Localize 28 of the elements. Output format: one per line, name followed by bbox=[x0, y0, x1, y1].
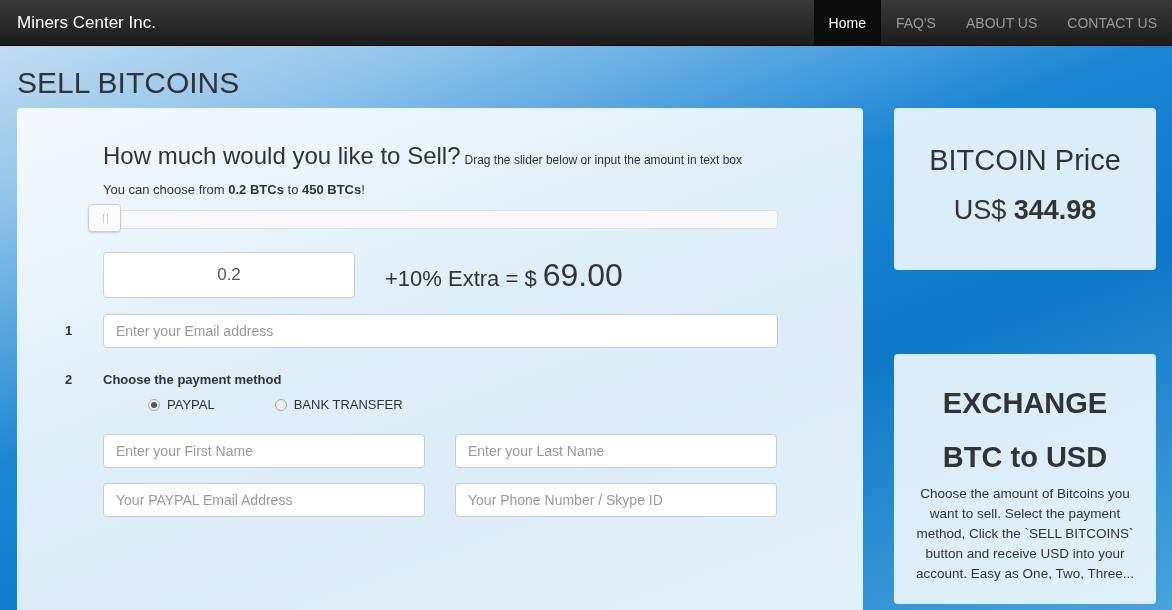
extra-label: +10% Extra = $ bbox=[385, 265, 537, 292]
hint-text: Drag the slider below or input the amount in text box bbox=[464, 153, 742, 167]
nav-link[interactable]: CONTACT US bbox=[1052, 0, 1172, 45]
page-title: SELL BITCOINS bbox=[16, 65, 241, 101]
range-note: You can choose from 0.2 BTCs to 450 BTCs! bbox=[103, 182, 366, 197]
slider-track[interactable] bbox=[88, 204, 778, 233]
nav-link[interactable]: ABOUT US bbox=[950, 0, 1053, 45]
nav-link[interactable]: FAQ'S bbox=[880, 0, 951, 45]
text-field[interactable]: Your PAYPAL Email Address bbox=[103, 483, 425, 517]
nav-link[interactable]: Home bbox=[813, 0, 881, 45]
amount-field[interactable]: 0.2 bbox=[103, 252, 355, 298]
email-field[interactable]: Enter your Email address bbox=[103, 314, 778, 348]
step-number: 1 bbox=[65, 322, 74, 338]
radio-option[interactable]: PAYPAL bbox=[148, 397, 215, 412]
slider-thumb[interactable] bbox=[88, 204, 121, 232]
form-heading: How much would you like to Sell? bbox=[103, 142, 461, 170]
text-field[interactable]: Enter your First Name bbox=[103, 434, 425, 468]
text-field[interactable]: Enter your Last Name bbox=[455, 434, 777, 468]
extra-value: 69.00 bbox=[542, 256, 623, 294]
text-field[interactable]: Your Phone Number / Skype ID bbox=[455, 483, 777, 517]
price-title: BITCOIN Price bbox=[928, 143, 1122, 177]
brand-link[interactable]: Miners Center Inc. bbox=[0, 0, 156, 45]
step-number: 2 bbox=[65, 372, 74, 387]
payment-label: Choose the payment method bbox=[103, 372, 283, 387]
price-value: US$ 344.98 bbox=[952, 195, 1098, 227]
exchange-text: Choose the amount of Bitcoins you want to sell. Select the payment method, Click the `SELL BITCOINS` button and receive USD into your account. Easy as One, Two, Three... bbox=[915, 485, 1135, 583]
radio-option[interactable]: BANK TRANSFER bbox=[274, 397, 403, 412]
exchange-title: EXCHANGE BTC to USD bbox=[941, 386, 1109, 475]
